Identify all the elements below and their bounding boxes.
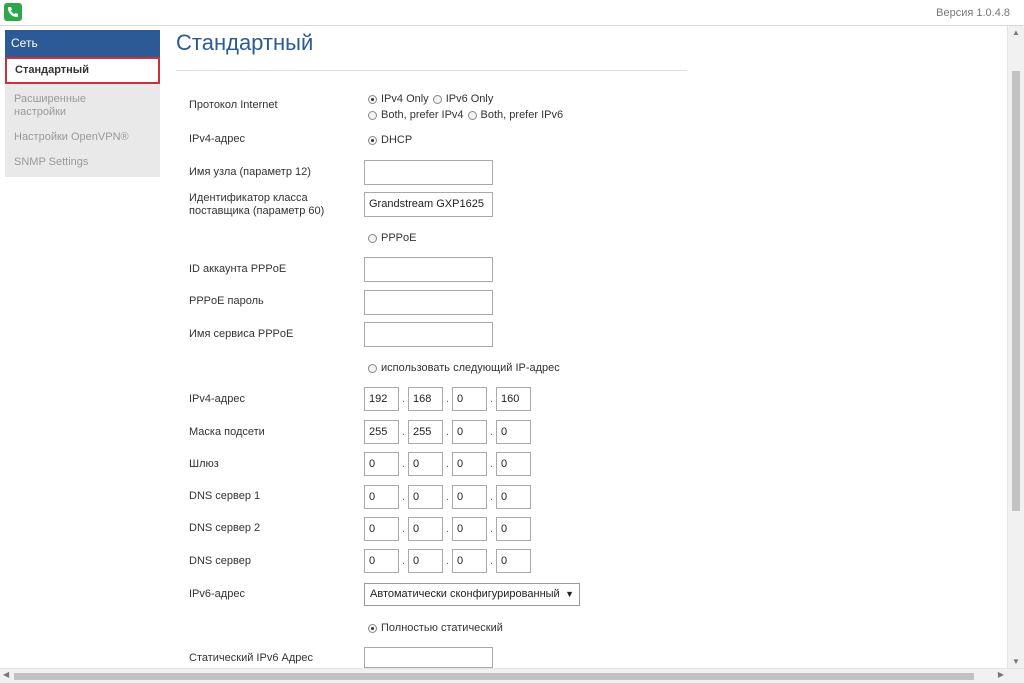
gateway-input: 0. 0. 0. 0 [364,452,531,476]
dns-server-2-input: 0. 0. 0. 0 [364,517,531,541]
hostname-label: Имя узла (параметр 12) [189,166,311,178]
radio-dhcp-label: DHCP [381,134,413,146]
radio-ipv4-only[interactable] [368,94,377,104]
octet-input[interactable]: 255 [364,420,399,444]
vendor-class-input[interactable]: Grandstream GXP1625 [364,192,493,217]
radio-pppoe[interactable] [368,233,377,243]
vendor-class-label: Идентификатор класса поставщика (парамет… [189,192,325,217]
static-ipv6-label: Статический IPv6 Адрес [189,652,313,664]
static-ip-option: использовать следующий IP-адрес [368,362,560,374]
octet-input[interactable]: 0 [364,517,399,541]
octet-input[interactable]: 0 [364,485,399,509]
ip-row-label: DNS сервер 1 [189,490,261,502]
title-divider [176,70,687,71]
radio-both-prefer-ipv6[interactable] [467,110,477,120]
ip-row-label: IPv4-адрес [189,393,245,405]
radio-full-static-label: Полностью статический [381,622,503,634]
horizontal-scroll-thumb[interactable] [14,673,974,680]
protocol-label: Протокол Internet [189,99,278,111]
octet-input[interactable]: 0 [452,517,487,541]
pppoe-option: PPPoE [368,232,416,244]
ipv6-mode-select[interactable]: Автоматически сконфигурированный ▼ [364,583,580,606]
radio-pppoe-label: PPPoE [381,232,417,244]
ipv6-mode-value: Автоматически сконфигурированный [370,588,560,600]
ipv4-mode-label: IPv4-адрес [189,133,245,145]
dns-server-1-input: 0. 0. 0. 0 [364,485,531,509]
octet-input[interactable]: 0 [364,549,399,573]
radio-ipv6-only[interactable] [432,94,442,104]
octet-input[interactable]: 160 [496,387,531,411]
protocol-options-row1: IPv4 Only IPv6 Only [368,93,493,105]
vertical-scroll-thumb[interactable] [1012,71,1020,511]
protocol-options-row2: Both, prefer IPv4 Both, prefer IPv6 [368,109,563,121]
scroll-right-icon[interactable]: ▶ [998,670,1004,679]
octet-input[interactable]: 0 [452,452,487,476]
octet-input[interactable]: 255 [408,420,443,444]
radio-dhcp[interactable] [368,135,377,145]
octet-input[interactable]: 0 [496,452,531,476]
hostname-input[interactable] [364,160,493,185]
octet-input[interactable]: 192 [364,387,399,411]
pppoe-service-label: Имя сервиса PPPoE [189,328,294,340]
octet-input[interactable]: 0 [452,387,487,411]
static-ipv6-input[interactable] [364,647,493,668]
sidebar-item-advanced[interactable]: Расширенные настройки [5,87,103,125]
octet-input[interactable]: 0 [452,420,487,444]
sidebar-item-snmp[interactable]: SNMP Settings [5,150,160,175]
horizontal-scrollbar[interactable]: ◀ ▶ [0,668,1024,683]
dns-server-input: 0. 0. 0. 0 [364,549,531,573]
pppoe-account-label: ID аккаунта PPPoE [189,263,287,275]
dhcp-option: DHCP [368,134,412,146]
subnet-mask-input: 255. 255. 0. 0 [364,420,531,444]
pppoe-account-input[interactable] [364,257,493,282]
octet-input[interactable]: 0 [408,517,443,541]
radio-static-ip-label: использовать следующий IP-адрес [381,362,560,374]
version-label: Версия 1.0.4.8 [936,7,1010,19]
radio-both-prefer-ipv4-label: Both, prefer IPv4 [381,109,464,121]
octet-input[interactable]: 0 [496,517,531,541]
dropdown-arrow-icon: ▼ [565,589,574,599]
octet-input[interactable]: 0 [496,485,531,509]
radio-static-ip[interactable] [368,363,377,373]
octet-input[interactable]: 0 [496,420,531,444]
pppoe-password-label: PPPoE пароль [189,295,264,307]
scroll-left-icon[interactable]: ◀ [3,670,9,679]
pppoe-service-input[interactable] [364,322,493,347]
ipv6-label: IPv6-адрес [189,588,245,600]
octet-input[interactable]: 0 [452,549,487,573]
octet-input[interactable]: 168 [408,387,443,411]
ip-row-label: Шлюз [189,458,219,470]
octet-input[interactable]: 0 [452,485,487,509]
sidebar-item-openvpn[interactable]: Настройки OpenVPN® [5,125,160,150]
phone-logo-icon [4,3,22,21]
full-static-option: Полностью статический [368,622,503,634]
octet-input[interactable]: 0 [408,549,443,573]
page-title: Стандартный [176,30,314,55]
ip-row-label: DNS сервер [189,555,251,567]
sidebar-item-standard[interactable]: Стандартный [5,57,160,84]
vertical-scrollbar[interactable]: ▲ ▼ [1007,26,1024,668]
radio-both-prefer-ipv4[interactable] [368,110,377,120]
radio-ipv6-only-label: IPv6 Only [445,93,494,105]
scroll-up-icon[interactable]: ▲ [1012,28,1020,37]
radio-both-prefer-ipv6-label: Both, prefer IPv6 [480,109,564,121]
radio-full-static[interactable] [368,623,377,633]
radio-ipv4-only-label: IPv4 Only [381,93,429,105]
ipv4-address-input: 192. 168. 0. 160 [364,387,531,411]
octet-input[interactable]: 0 [408,485,443,509]
sidebar-section-network[interactable]: Сеть [5,30,160,57]
sidebar-list: Стандартный Расширенные настройки Настро… [5,57,160,177]
scroll-down-icon[interactable]: ▼ [1012,657,1020,666]
top-bar: Версия 1.0.4.8 [0,0,1024,26]
ip-row-label: Маска подсети [189,426,265,438]
pppoe-password-input[interactable] [364,290,493,315]
sidebar: Сеть Стандартный Расширенные настройки Н… [5,30,160,177]
octet-input[interactable]: 0 [408,452,443,476]
ip-row-label: DNS сервер 2 [189,522,261,534]
octet-input[interactable]: 0 [364,452,399,476]
octet-input[interactable]: 0 [496,549,531,573]
